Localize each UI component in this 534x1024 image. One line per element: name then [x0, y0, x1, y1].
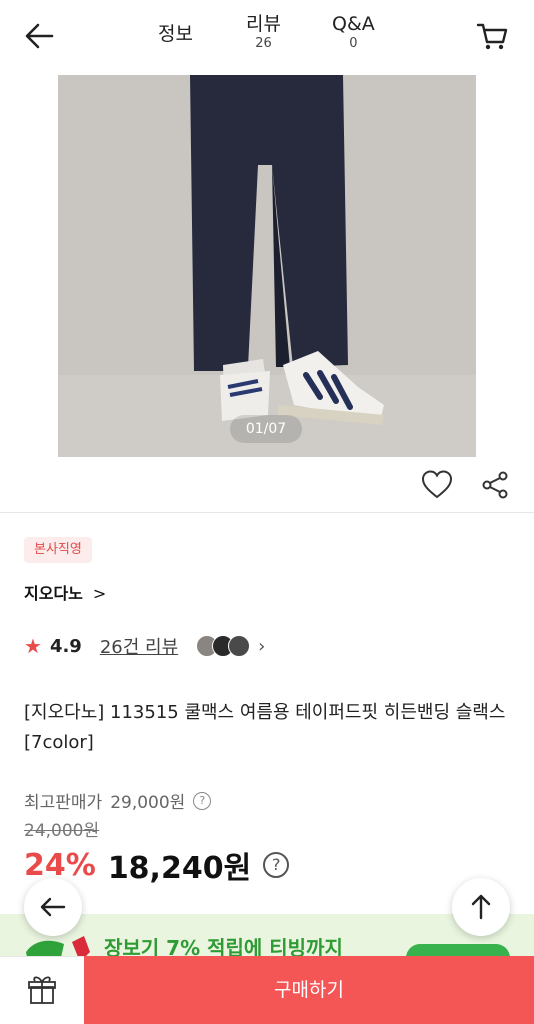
tab-qa-count: 0 — [349, 36, 358, 51]
official-store-badge: 본사직영 — [24, 537, 92, 563]
tab-info[interactable]: 정보 — [158, 22, 193, 46]
color-swatches[interactable]: › — [196, 635, 265, 657]
brand-name: 지오다노 — [24, 584, 83, 603]
original-price: 24,000원 — [24, 821, 100, 841]
cart-icon[interactable] — [474, 18, 510, 54]
top-header: 정보 리뷰 26 Q&A 0 — [0, 0, 534, 70]
chevron-right-icon: › — [258, 635, 266, 657]
image-counter: 01/07 — [230, 415, 302, 443]
action-row — [420, 468, 510, 502]
gift-button[interactable] — [0, 956, 84, 1024]
tab-qa-label: Q&A — [332, 13, 375, 35]
prev-button[interactable] — [24, 878, 82, 936]
tab-info-label: 정보 — [158, 23, 193, 45]
review-count-link[interactable]: 26건 리뷰 — [100, 633, 178, 659]
max-price-value: 29,000원 — [110, 793, 186, 813]
buy-button[interactable]: 구매하기 — [84, 956, 534, 1024]
section-divider — [0, 512, 534, 513]
brand-link[interactable]: 지오다노 > — [24, 580, 106, 604]
tab-review-count: 26 — [255, 36, 272, 51]
tab-qa[interactable]: Q&A 0 — [332, 12, 375, 52]
product-image[interactable]: 01/07 — [58, 75, 476, 457]
heart-icon[interactable] — [420, 468, 454, 502]
tab-review-label: 리뷰 — [246, 13, 281, 35]
bottom-bar: 구매하기 — [0, 956, 534, 1024]
chevron-right-icon: > — [92, 584, 107, 603]
max-price-row: 최고판매가 29,000원 ? — [24, 788, 212, 813]
back-arrow-icon[interactable] — [22, 18, 62, 54]
question-icon[interactable]: ? — [263, 852, 290, 878]
scroll-top-button[interactable] — [452, 878, 510, 936]
rating-row: ★ 4.9 26건 리뷰 › — [24, 632, 265, 660]
max-price-label: 최고판매가 — [24, 793, 103, 813]
star-icon: ★ — [24, 634, 42, 658]
tab-review[interactable]: 리뷰 26 — [246, 12, 281, 52]
question-icon[interactable]: ? — [193, 791, 212, 810]
final-price: 18,240원 — [107, 851, 252, 886]
gift-icon — [28, 976, 56, 1004]
product-title: [지오다노] 113515 쿨맥스 여름용 테이퍼드핏 히든밴딩 슬랙스 [7c… — [24, 702, 506, 753]
rating-value: 4.9 — [49, 635, 82, 657]
color-swatch — [228, 635, 251, 657]
product-photo — [58, 75, 476, 457]
share-icon[interactable] — [480, 470, 510, 500]
